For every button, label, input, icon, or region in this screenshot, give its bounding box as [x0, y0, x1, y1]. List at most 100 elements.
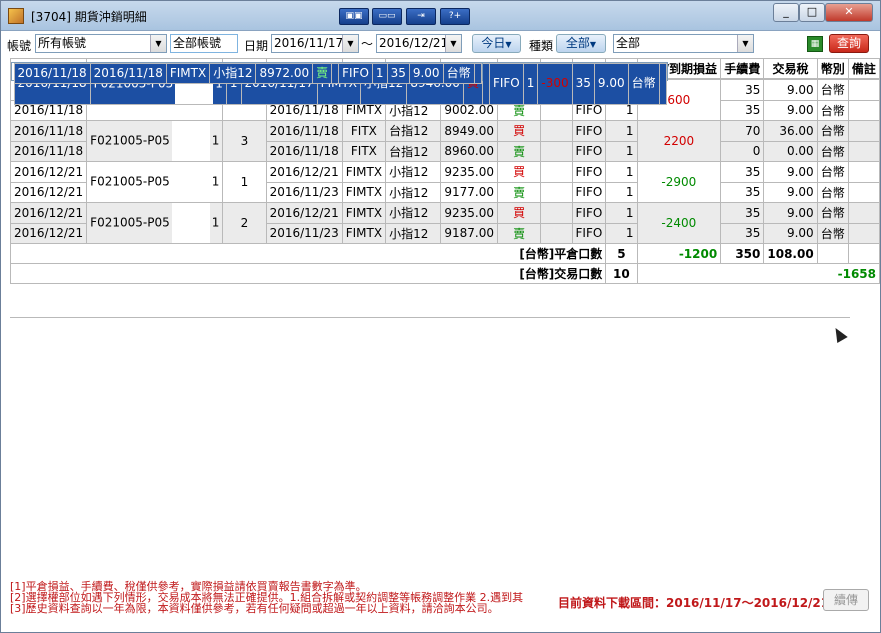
fee-cell: 35	[720, 99, 765, 121]
date-from-value: 2016/11/17	[274, 36, 344, 50]
account-select[interactable]: 所有帳號 ▼	[35, 34, 167, 53]
side-cell: 買	[496, 120, 542, 142]
pnl-cell: -300	[537, 62, 573, 105]
source-cell: FIFO	[571, 181, 607, 203]
close-button[interactable]: ✕	[825, 3, 873, 22]
fee-cell: 35	[720, 222, 765, 244]
column-header[interactable]: 備註	[847, 58, 881, 79]
summary-trade-label: [台幣]交易口數	[9, 263, 607, 284]
qty-cell: 1	[605, 140, 638, 162]
product-name-cell: 小指12	[385, 161, 442, 183]
exit-icon[interactable]: ⇥	[406, 8, 436, 25]
window-arrange-icon[interactable]: ▣▣	[339, 8, 369, 25]
currency-cell: 台幣	[816, 161, 849, 183]
trade-date-cell: 2016/12/21	[265, 161, 343, 183]
tax-cell: 9.00	[763, 181, 818, 203]
fee-cell: 35	[720, 161, 765, 183]
column-header[interactable]: 交易稅	[763, 58, 818, 79]
filter-bar: 帳號 所有帳號 ▼ 全部帳號 日期 2016/11/17 ▼ 〜 2016/12…	[1, 31, 880, 57]
minimize-button[interactable]: _	[773, 3, 799, 22]
summary-trade-qty: 10	[605, 263, 638, 284]
currency-cell: 台幣	[816, 99, 849, 121]
remark-cell	[847, 161, 881, 183]
product-name-cell: 台指12	[385, 140, 442, 162]
tax-cell: 9.00	[763, 79, 818, 101]
continue-button[interactable]: 續傳	[823, 589, 869, 611]
side-cell: 賣	[496, 222, 542, 244]
currency-cell: 台幣	[816, 120, 849, 142]
serial-cell: 3	[222, 120, 267, 162]
close-date-cell: 2016/12/21	[9, 222, 88, 244]
trade-date-cell: 2016/11/18	[265, 120, 343, 142]
fee-cell: 0	[720, 140, 765, 162]
trade-date-cell: 2016/11/23	[265, 222, 343, 244]
account-name-field[interactable]: 全部帳號	[170, 34, 238, 53]
account-cell: F021005-P05 1	[86, 161, 224, 203]
code-cell: FIMTX	[341, 222, 387, 244]
table-row[interactable]: 2016/11/18 F021005-P05 1 3 2016/11/18 FITX 台指1…	[9, 120, 881, 162]
product-name-cell: 小指12	[385, 202, 442, 224]
trade-date-cell: 2016/11/18	[89, 62, 167, 84]
chevron-down-icon: ▼	[150, 35, 166, 52]
account-select-value: 所有帳號	[38, 36, 87, 50]
table-row[interactable]: 2016/12/21 F021005-P05 1 1 2016/12/21 FIMTX 小指…	[9, 161, 881, 203]
type-select[interactable]: 全部▼	[556, 34, 606, 53]
remark-cell	[847, 202, 881, 224]
column-header[interactable]: 幣別	[816, 58, 849, 79]
table-row[interactable]: 2016/11/18 2016/11/18 FIMTX 小指12 8972.00 賣 FIF…	[10, 61, 483, 84]
account-label: 帳號	[7, 39, 32, 53]
tax-cell: 9.00	[763, 161, 818, 183]
remark-cell	[847, 140, 881, 162]
date-from-picker[interactable]: 2016/11/17 ▼	[271, 34, 359, 53]
day-trade-cell	[540, 181, 573, 203]
category-select-value: 全部	[616, 36, 641, 50]
source-cell: FIFO	[488, 62, 524, 105]
source-cell: FIFO	[571, 222, 607, 244]
excel-export-icon[interactable]: ▦	[807, 36, 823, 52]
footnote-3: [3]歷史資料查詢以一年為限，本資料僅供參考，若有任何疑問或超過一年以上資料，請…	[10, 602, 499, 615]
qty-cell: 1	[522, 62, 539, 105]
today-label: 今日	[481, 36, 506, 50]
summary-close-pnl: -1200	[636, 243, 722, 264]
table-row[interactable]: 2016/12/21 F021005-P05 1 2 2016/12/21 FIMTX 小指…	[9, 202, 881, 244]
account-suffix: 1	[211, 174, 220, 189]
date-to-picker[interactable]: 2016/12/21 ▼	[376, 34, 462, 53]
fee-cell: 70	[720, 120, 765, 142]
pnl-cell: -2900	[636, 161, 722, 203]
summary-empty	[847, 243, 881, 264]
remark-cell	[847, 99, 881, 121]
remark-cell	[847, 120, 881, 142]
account-number: F021005-P05	[90, 133, 170, 148]
price-cell: 8972.00	[255, 62, 314, 84]
qty-cell: 1	[605, 222, 638, 244]
close-date-cell: 2016/11/18	[13, 62, 91, 84]
caret-down-icon: ▼	[589, 40, 597, 49]
account-redaction	[171, 203, 210, 243]
title-bar: [3704] 期貨沖銷明細 ▣▣ ▭▭ ⇥ ?+ _ □ ✕	[1, 1, 880, 31]
trade-date-cell: 2016/11/18	[265, 140, 343, 162]
side-cell: 賣	[496, 181, 542, 203]
maximize-button[interactable]: □	[799, 3, 825, 22]
remark-cell	[658, 62, 667, 105]
day-trade-cell	[540, 161, 573, 183]
code-cell: FITX	[341, 140, 387, 162]
source-cell: FIFO	[571, 140, 607, 162]
code-cell: FIMTX	[341, 161, 387, 183]
fee-cell: 35	[720, 202, 765, 224]
account-redaction	[171, 121, 210, 161]
query-button[interactable]: 查詢	[829, 34, 869, 53]
today-button[interactable]: 今日▼	[472, 34, 521, 53]
help-icon[interactable]: ?+	[440, 8, 470, 25]
category-select[interactable]: 全部 ▼	[613, 34, 754, 53]
close-date-cell: 2016/11/18	[9, 120, 88, 142]
product-name-cell: 台指12	[385, 120, 442, 142]
currency-cell: 台幣	[816, 202, 849, 224]
source-cell: FIFO	[571, 161, 607, 183]
pnl-cell: 2200	[636, 120, 722, 162]
screen-icon[interactable]: ▭▭	[372, 8, 402, 25]
column-header[interactable]: 手續費	[720, 58, 765, 79]
serial-cell: 2	[222, 202, 267, 244]
qty-cell: 1	[371, 62, 388, 84]
price-cell: 9235.00	[440, 202, 498, 224]
price-cell: 8949.00	[440, 120, 498, 142]
